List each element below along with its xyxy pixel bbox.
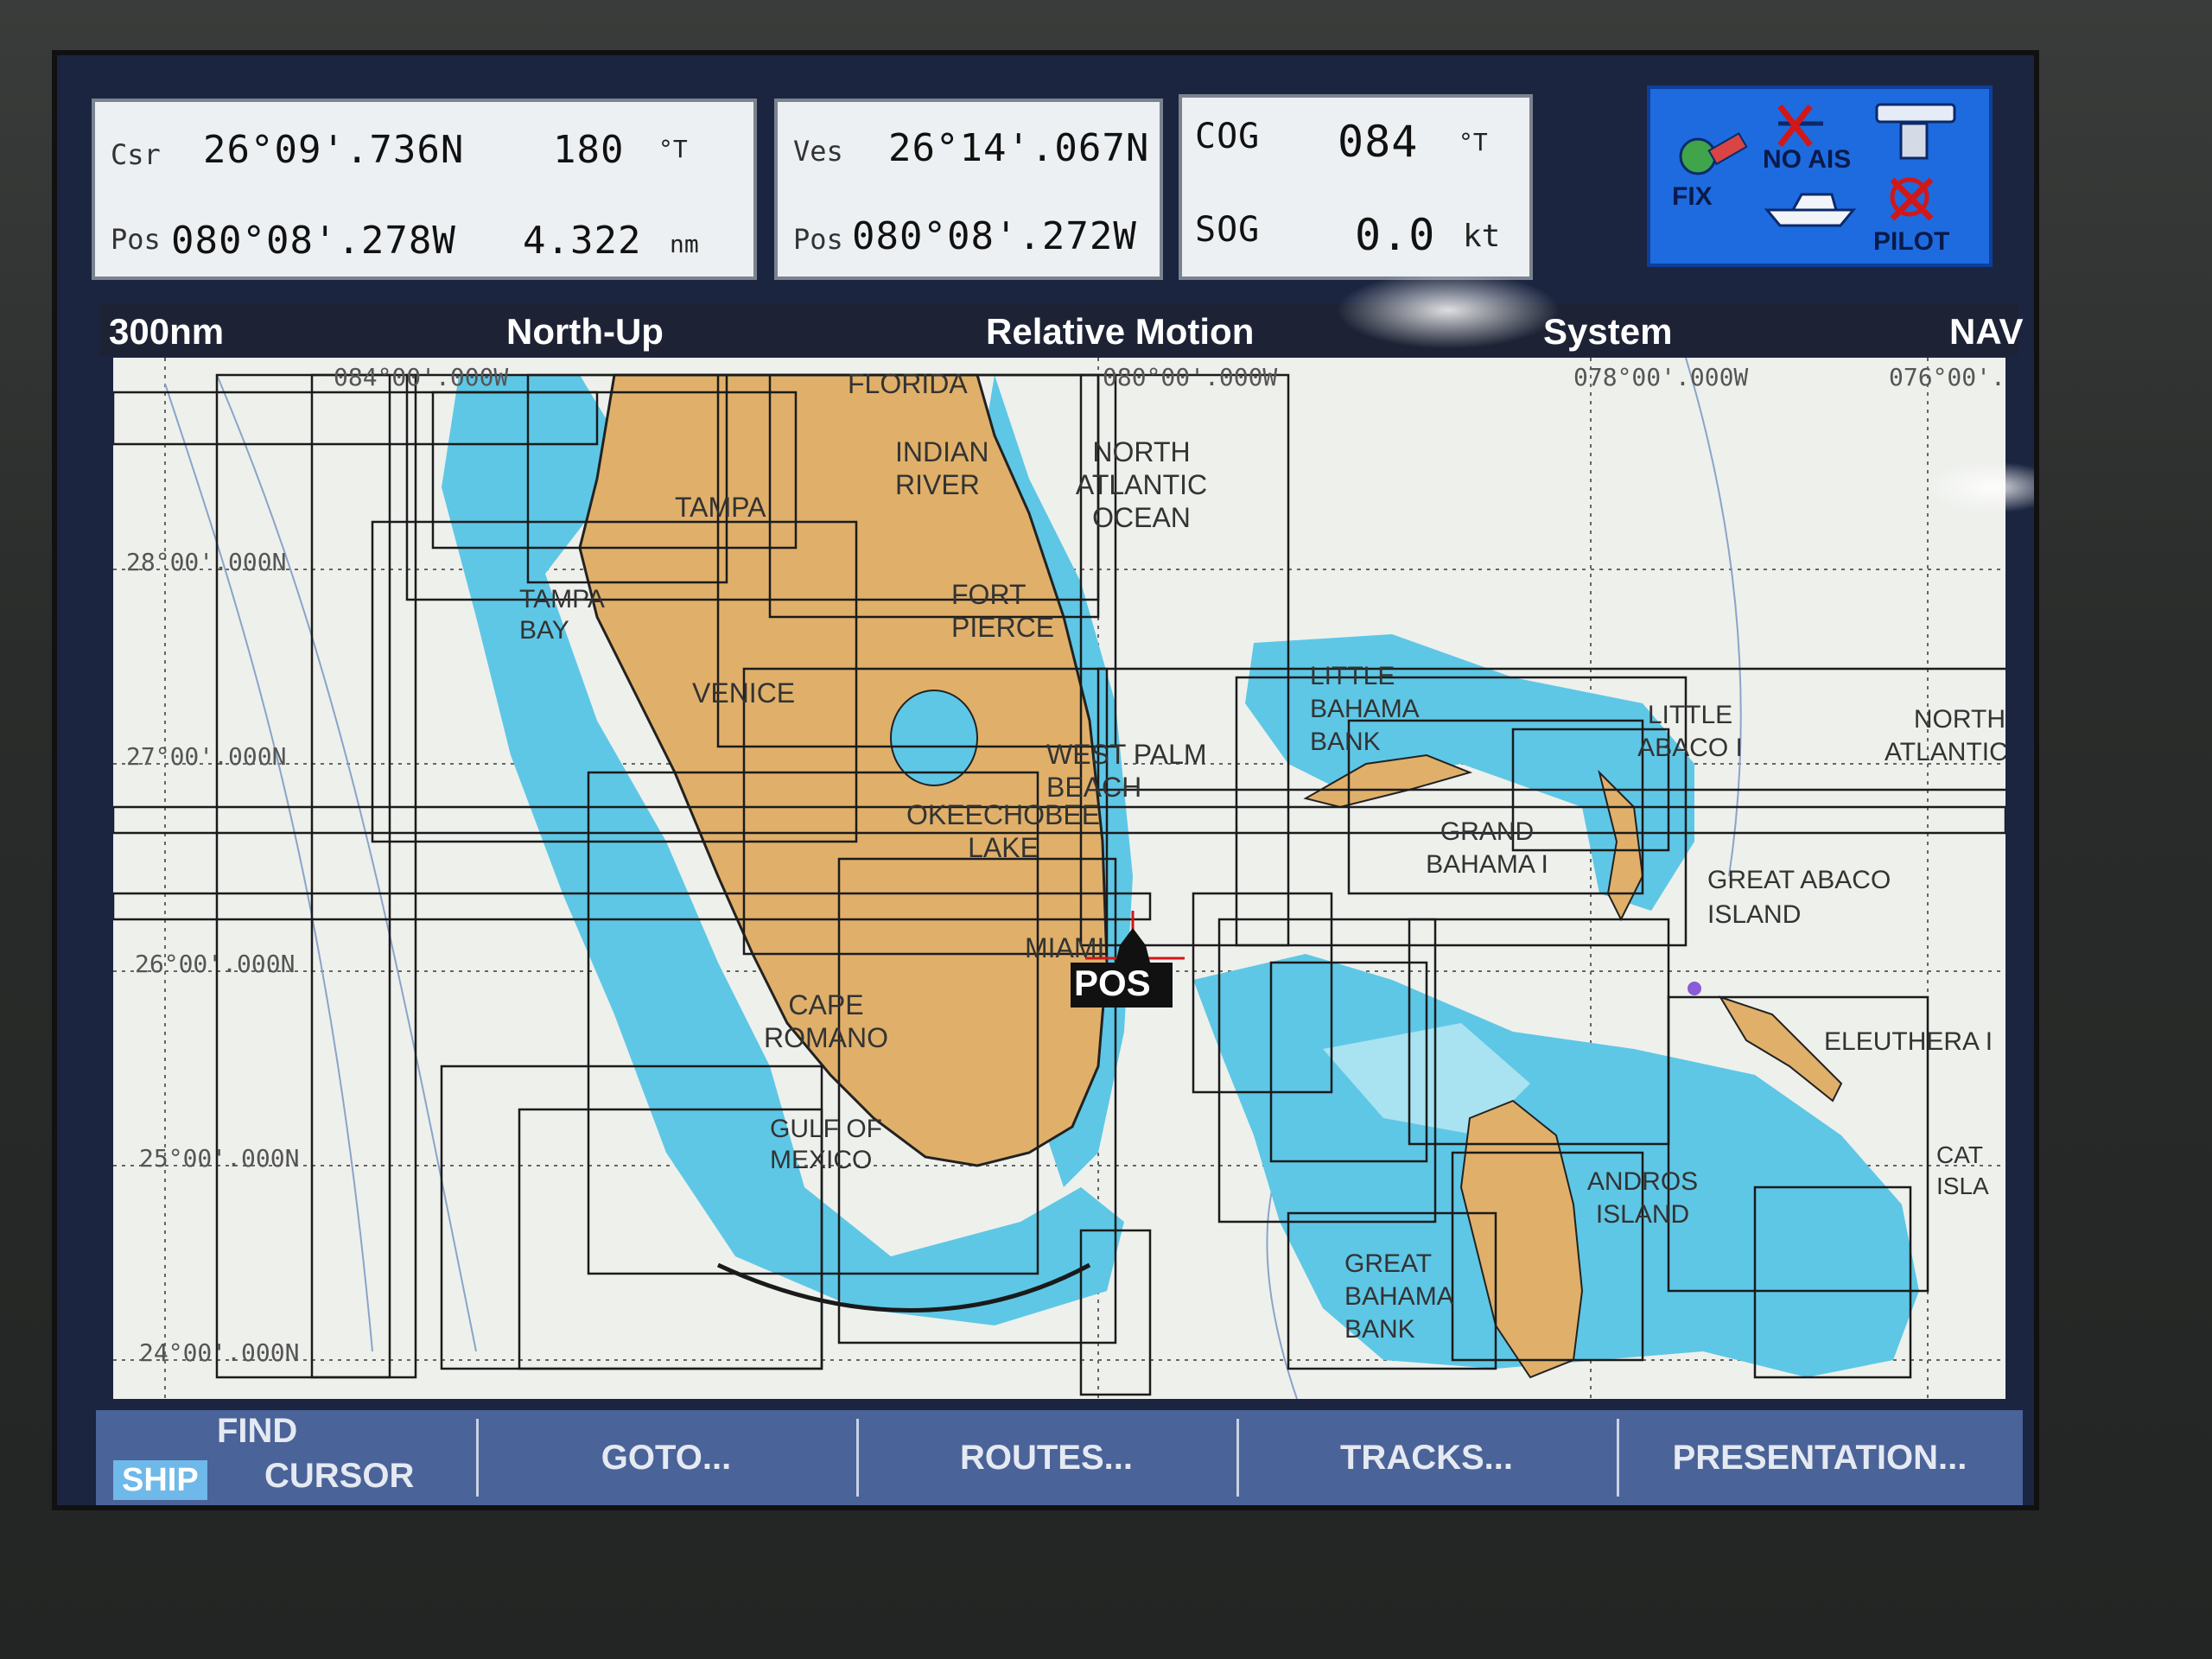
orientation-mode[interactable]: North-Up (506, 311, 664, 353)
gps-satellite-icon (1679, 131, 1748, 175)
motion-mode[interactable]: Relative Motion (986, 311, 1254, 353)
place-grand-bahama: GRAND BAHAMA I (1426, 817, 1548, 879)
place-north-atlantic-ocean: NORTH ATLANTIC OCEAN (1075, 436, 1208, 533)
lat-label-27n: 27°00'.000N (126, 742, 287, 771)
pilot-label: PILOT (1873, 227, 1950, 256)
lat-label-28n: 28°00'.000N (126, 548, 287, 576)
place-west-palm-beach: WEST PALM BEACH (1046, 739, 1207, 803)
place-indian-river: INDIAN RIVER (895, 436, 989, 500)
chart-status-strip: 300nm North-Up Relative Motion System NA… (100, 304, 2024, 356)
lake-okeechobee (890, 690, 978, 786)
softkey-bar: FIND SHIP CURSOR GOTO... ROUTES... TRACK… (96, 1410, 2023, 1505)
cursor-bearing-unit: °T (658, 135, 688, 163)
autopilot-off-icon (1890, 177, 1934, 221)
place-miami: MIAMI (1025, 932, 1105, 963)
goto-softkey[interactable]: GOTO... (480, 1410, 852, 1505)
place-florida: FLORIDA (848, 368, 968, 399)
ais-off-icon (1777, 104, 1823, 148)
ship-option[interactable]: SHIP (113, 1460, 207, 1500)
softkey-divider (856, 1419, 859, 1497)
place-north-atlantic: NORTH ATLANTIC (1885, 705, 2005, 766)
ais-label: NO AIS (1763, 145, 1852, 174)
nautical-chart[interactable]: POS 084°00'.000W 080°00'.000W 078°00'.00… (113, 358, 2005, 1399)
place-tampa: TAMPA (675, 492, 766, 523)
place-little-bahama-bank: LITTLE BAHAMA BANK (1310, 662, 1419, 756)
vessel-label: Ves (793, 135, 843, 168)
lon-label-78w: 078°00'.000W (1573, 363, 1749, 391)
softkey-divider (1236, 1419, 1239, 1497)
place-venice: VENICE (692, 677, 796, 709)
tracks-softkey[interactable]: TRACKS... (1241, 1410, 1612, 1505)
chartplotter-screen: Csr 26°09'.736N 180 °T Pos 080°08'.278W … (52, 50, 2039, 1510)
cursor-range: 4.322 (523, 219, 642, 263)
lat-label-24n: 24°00'.000N (139, 1338, 300, 1367)
system-status: System (1543, 311, 1673, 352)
cog-label: COG (1195, 117, 1261, 156)
place-eleuthera: ELEUTHERA I (1824, 1027, 1993, 1056)
fix-label: FIX (1672, 182, 1713, 211)
lat-label-26n: 26°00'.000N (135, 950, 296, 978)
cog-unit: °T (1459, 128, 1488, 156)
vessel-longitude: 080°08'.272W (852, 214, 1137, 258)
place-great-bahama-bank: GREAT BAHAMA BANK (1344, 1249, 1453, 1344)
cursor-bearing: 180 (553, 128, 625, 172)
cursor-pos-label: Pos (111, 223, 161, 256)
place-little-abaco: LITTLE ABACO I (1637, 701, 1743, 762)
find-ship-cursor-softkey[interactable]: FIND SHIP CURSOR (96, 1410, 467, 1505)
waypoint-marker (1688, 982, 1701, 995)
place-tampa-bay: TAMPA BAY (519, 585, 604, 645)
cursor-latitude: 26°09'.736N (203, 128, 465, 172)
vessel-data-box[interactable]: Ves 26°14'.067N Pos 080°08'.272W (774, 99, 1163, 280)
place-okeechobee-lake: OKEECHOBEE LAKE (906, 799, 1101, 863)
place-cape-romano: CAPE ROMANO (764, 989, 888, 1053)
cog-value: 084 (1338, 117, 1419, 167)
place-gulf-of-mexico: GULF OF MEXICO (770, 1115, 883, 1174)
cursor-longitude: 080°08'.278W (171, 219, 456, 263)
presentation-softkey[interactable]: PRESENTATION... (1621, 1410, 2018, 1505)
range-scale[interactable]: 300nm (109, 311, 224, 353)
place-fort-pierce: FORT PIERCE (951, 579, 1055, 643)
boat-icon (1764, 193, 1857, 227)
cog-sog-box[interactable]: COG 084 °T SOG 0.0 kt (1179, 94, 1533, 280)
cursor-data-box[interactable]: Csr 26°09'.736N 180 °T Pos 080°08'.278W … (92, 99, 757, 280)
lon-label-84w: 084°00'.000W (334, 363, 509, 391)
find-label: FIND (217, 1412, 298, 1450)
vessel-pos-label: Pos (793, 223, 843, 256)
cursor-range-unit: nm (670, 230, 699, 258)
nav-mode: NAV (1949, 311, 2024, 352)
routes-softkey[interactable]: ROUTES... (861, 1410, 1232, 1505)
radar-icon (1875, 103, 1956, 160)
lat-label-25n: 25°00'.000N (139, 1144, 300, 1173)
lon-label-76w: 076°00'.0 (1889, 363, 2005, 391)
softkey-divider (1617, 1419, 1619, 1497)
sog-label: SOG (1195, 210, 1261, 250)
status-icon-panel[interactable]: FIX NO AIS PILOT (1647, 86, 1993, 267)
position-label[interactable]: POS (1074, 963, 1151, 1004)
cursor-option[interactable]: CURSOR (264, 1457, 414, 1496)
sog-value: 0.0 (1355, 210, 1436, 260)
softkey-divider (476, 1419, 479, 1497)
vessel-latitude: 26°14'.067N (888, 126, 1150, 170)
cursor-label: Csr (111, 138, 161, 171)
sog-unit: kt (1463, 219, 1501, 254)
place-andros: ANDROS ISLAND (1586, 1167, 1699, 1229)
lon-label-80w: 080°00'.000W (1103, 363, 1278, 391)
place-great-abaco: GREAT ABACO ISLAND (1707, 866, 1891, 929)
place-cat-island: CAT ISLA (1936, 1141, 1989, 1199)
